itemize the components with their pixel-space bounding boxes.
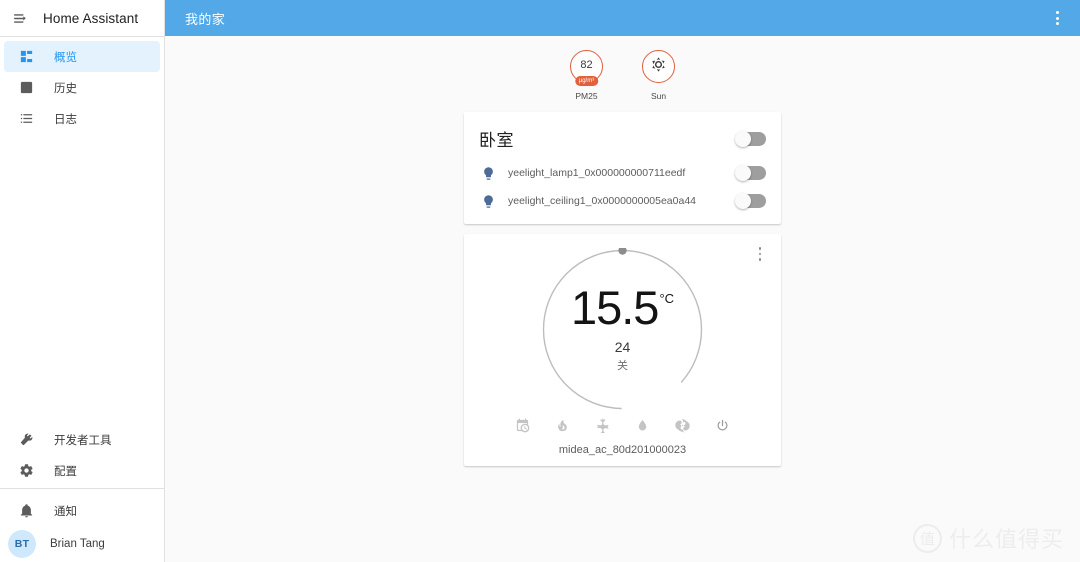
header-toggle[interactable]: [735, 130, 766, 147]
dashboard-content: 82 µg/m³ PM25 Sun 卧室 yeelight_lamp1_0x00…: [165, 36, 1080, 562]
thermostat-entity-name: midea_ac_80d201000023: [558, 444, 687, 456]
menu-open-icon[interactable]: [9, 7, 31, 29]
thermostat-dial[interactable]: 15.5 °C 24 关: [541, 248, 704, 411]
page-title: 我的家: [185, 11, 226, 27]
badge-pm25[interactable]: 82 µg/m³ PM25: [559, 50, 615, 101]
bell-icon: [16, 501, 36, 521]
watermark-text: 什么值得买: [948, 527, 1064, 552]
sidebar-bottom-nav: 开发者工具 配置: [0, 424, 164, 488]
watermark: 值 什么值得买: [912, 522, 1064, 554]
dial-readout: 15.5 °C 24 关: [541, 248, 704, 411]
sidebar-item-configuration[interactable]: 配置: [4, 455, 160, 486]
thermostat-card: 15.5 °C 24 关 midea_ac_80d201000023: [464, 234, 781, 466]
watermark-logo: 值: [912, 523, 942, 553]
sidebar-item-label: 开发者工具: [54, 434, 112, 447]
sidebar-item-label: 日志: [54, 113, 77, 126]
badge-sun[interactable]: Sun: [631, 50, 687, 101]
lightbulb-icon: [479, 192, 497, 210]
card-title: 卧室: [479, 131, 514, 150]
chart-box-icon: [16, 78, 36, 98]
hammer-wrench-icon: [16, 430, 36, 450]
entity-name: yeelight_lamp1_0x000000000711eedf: [508, 167, 686, 179]
sidebar-footer: 通知 BT Brian Tang: [0, 489, 164, 562]
toggle-knob: [735, 130, 751, 147]
entities-card: 卧室 yeelight_lamp1_0x000000000711eedf yee…: [464, 112, 781, 224]
entity-toggle[interactable]: [735, 193, 766, 209]
sidebar-item-logbook[interactable]: 日志: [4, 103, 160, 134]
calendar-clock-icon[interactable]: [514, 417, 531, 434]
sidebar-item-notifications[interactable]: 通知: [4, 495, 160, 526]
entity-row[interactable]: yeelight_lamp1_0x000000000711eedf: [464, 159, 781, 187]
badge-label: Sun: [650, 91, 667, 101]
thermostat-dial-wrapper: 15.5 °C 24 关: [464, 248, 781, 411]
water-percent-icon[interactable]: [634, 417, 651, 434]
user-name: Brian Tang: [50, 538, 105, 550]
cards-column: 卧室 yeelight_lamp1_0x000000000711eedf yee…: [165, 112, 1080, 466]
badges-row: 82 µg/m³ PM25 Sun: [165, 36, 1080, 101]
target-temperature-line: 15.5 °C: [570, 280, 675, 334]
target-temperature: 15.5: [570, 280, 659, 334]
view-dashboard-icon: [16, 47, 36, 67]
avatar: BT: [8, 530, 36, 558]
current-temperature: 24: [614, 339, 631, 356]
sidebar-header: Home Assistant: [0, 0, 164, 36]
toggle-knob: [735, 193, 751, 209]
sidebar-item-label: 配置: [54, 465, 77, 478]
sidebar-item-label: 概览: [54, 51, 77, 64]
dots-vertical-icon[interactable]: [1044, 5, 1070, 31]
app-root: Home Assistant 概览 历史 日志 开发者工具 配置 通知 BT B…: [0, 0, 1080, 562]
temperature-unit: °C: [659, 290, 675, 306]
sidebar-item-overview[interactable]: 概览: [4, 41, 160, 72]
lightbulb-icon: [479, 164, 497, 182]
sidebar: Home Assistant 概览 历史 日志 开发者工具 配置 通知 BT B…: [0, 0, 165, 562]
entity-name: yeelight_ceiling1_0x0000000005ea0a44: [508, 195, 697, 207]
hvac-modes-row: [464, 417, 781, 434]
sidebar-item-label: 通知: [54, 505, 77, 518]
entity-toggle[interactable]: [735, 165, 766, 181]
weather-sunny-icon: [650, 56, 667, 78]
cog-icon: [16, 461, 36, 481]
badge-circle: 82 µg/m³: [570, 50, 603, 86]
fire-icon[interactable]: [554, 417, 571, 434]
badge-label: PM25: [575, 91, 598, 101]
thermostat-state: 关: [617, 360, 628, 373]
sidebar-nav: 概览 历史 日志: [0, 37, 164, 134]
sidebar-item-developer-tools[interactable]: 开发者工具: [4, 424, 160, 455]
entities-card-header: 卧室: [464, 112, 781, 159]
sidebar-item-label: 历史: [54, 82, 77, 95]
fan-icon[interactable]: [674, 417, 691, 434]
app-toolbar: 我的家: [165, 0, 1080, 36]
sidebar-item-history[interactable]: 历史: [4, 72, 160, 103]
toggle-knob: [735, 165, 751, 181]
badge-unit: µg/m³: [574, 75, 599, 86]
sidebar-item-user-profile[interactable]: BT Brian Tang: [0, 526, 164, 562]
app-title: Home Assistant: [43, 10, 139, 26]
snowflake-icon[interactable]: [594, 417, 611, 434]
power-icon[interactable]: [714, 417, 731, 434]
badge-value: 82: [580, 58, 593, 71]
entity-row[interactable]: yeelight_ceiling1_0x0000000005ea0a44: [464, 187, 781, 224]
format-list-bulleted-icon: [16, 109, 36, 129]
badge-circle: [642, 50, 675, 83]
main-area: 我的家 82 µg/m³ PM25 Sun 卧室 yeelight_lamp1_…: [165, 0, 1080, 562]
